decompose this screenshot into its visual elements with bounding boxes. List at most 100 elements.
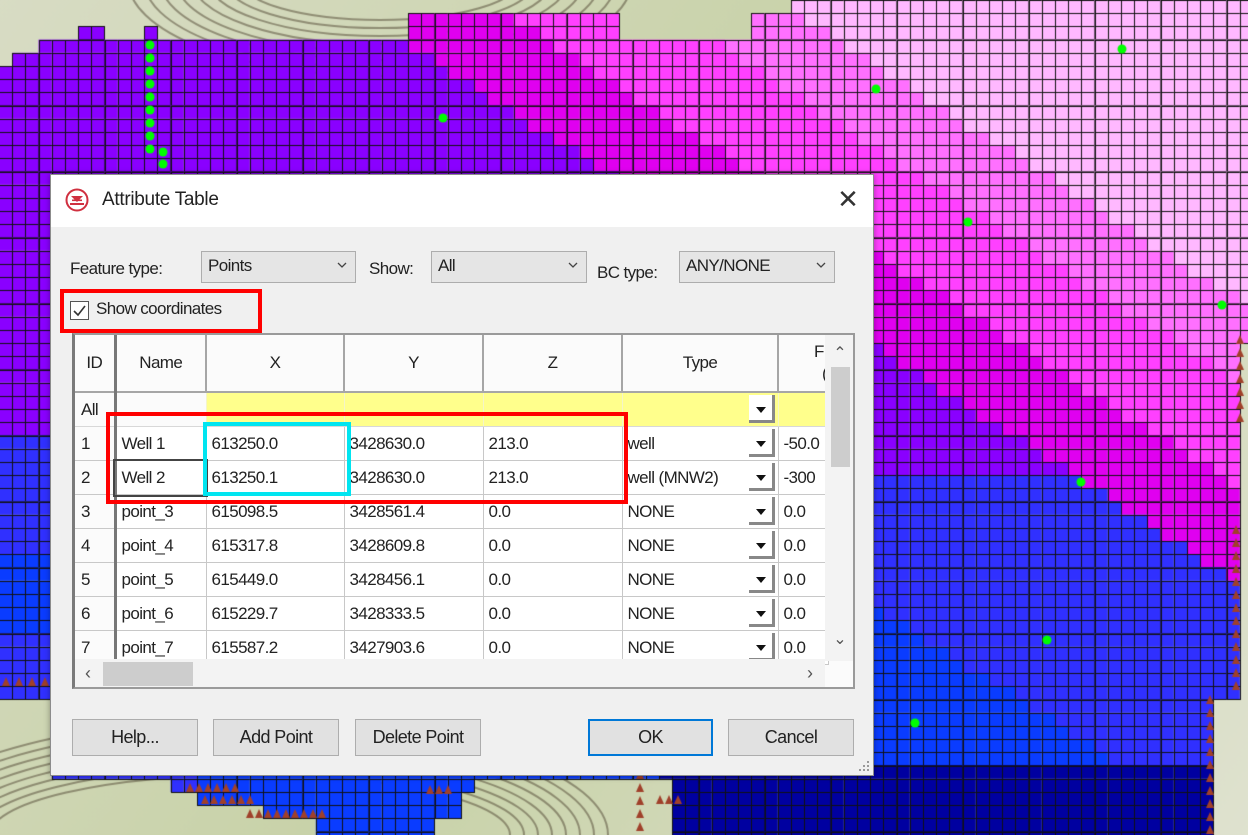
flow-cell[interactable]: -50.0 bbox=[778, 426, 829, 461]
dropdown-arrow-icon[interactable] bbox=[748, 599, 775, 627]
x-cell[interactable]: 615229.7 bbox=[206, 596, 345, 631]
row-id-cell: 1 bbox=[75, 426, 117, 461]
dropdown-arrow-icon[interactable] bbox=[748, 395, 775, 423]
flow-header-bottom: ( bbox=[779, 363, 826, 385]
scroll-down-icon[interactable]: ⌄ bbox=[831, 629, 849, 648]
flow-cell[interactable]: 0.0 bbox=[778, 562, 829, 597]
flow-header-top: Fl bbox=[814, 342, 827, 361]
help-button[interactable]: Help... bbox=[72, 719, 198, 756]
x-cell[interactable]: 615098.5 bbox=[206, 494, 345, 529]
type-value: NONE bbox=[627, 637, 675, 657]
table-row[interactable]: 5 point_5 615449.0 3428456.1 0.0 NONE 0.0 bbox=[75, 562, 829, 597]
table-row[interactable]: 3 point_3 615098.5 3428561.4 0.0 NONE 0.0 bbox=[75, 494, 829, 529]
filter-row-label: All bbox=[75, 392, 117, 427]
flow-cell[interactable]: 0.0 bbox=[778, 494, 829, 529]
filter-cell-x[interactable] bbox=[206, 392, 345, 427]
resize-grip-icon[interactable] bbox=[858, 760, 870, 772]
name-cell[interactable]: point_3 bbox=[115, 494, 207, 529]
filter-row: All bbox=[75, 392, 829, 427]
vertical-scroll-thumb[interactable] bbox=[831, 367, 850, 467]
name-cell[interactable]: point_4 bbox=[115, 528, 207, 563]
x-cell[interactable]: 615449.0 bbox=[206, 562, 345, 597]
dropdown-arrow-icon[interactable] bbox=[748, 429, 775, 457]
z-cell[interactable]: 0.0 bbox=[483, 562, 623, 597]
column-header-flow[interactable]: Fl ( bbox=[778, 335, 829, 393]
z-cell[interactable]: 0.0 bbox=[483, 596, 623, 631]
chevron-down-icon bbox=[337, 262, 347, 268]
dropdown-arrow-icon[interactable] bbox=[748, 531, 775, 559]
chevron-down-icon bbox=[568, 262, 578, 268]
type-cell[interactable]: well (MNW2) bbox=[622, 460, 779, 495]
type-value: NONE bbox=[627, 569, 675, 589]
dropdown-arrow-icon[interactable] bbox=[748, 497, 775, 525]
type-cell[interactable]: NONE bbox=[622, 528, 779, 563]
feature-type-select[interactable]: Points bbox=[201, 251, 356, 283]
attribute-grid: ID Name X Y Z Type Fl ( All bbox=[72, 333, 855, 689]
type-cell[interactable]: NONE bbox=[622, 562, 779, 597]
close-button[interactable]: ✕ bbox=[833, 185, 863, 215]
column-header-type[interactable]: Type bbox=[622, 335, 779, 393]
x-cell[interactable]: 613250.1 bbox=[206, 460, 345, 495]
flow-cell[interactable]: -300 bbox=[778, 460, 829, 495]
scroll-up-icon[interactable]: ⌃ bbox=[831, 343, 849, 362]
filter-cell-type[interactable] bbox=[622, 392, 779, 427]
type-cell[interactable]: NONE bbox=[622, 494, 779, 529]
column-header-x[interactable]: X bbox=[206, 335, 345, 393]
column-header-id[interactable]: ID bbox=[75, 335, 117, 393]
checkbox-box[interactable] bbox=[70, 301, 89, 320]
table-row[interactable]: 2 Well 2 613250.1 3428630.0 213.0 well (MNW2)… bbox=[75, 458, 829, 497]
dropdown-arrow-icon[interactable] bbox=[748, 565, 775, 593]
show-select[interactable]: All bbox=[431, 251, 587, 283]
name-cell[interactable]: point_6 bbox=[115, 596, 207, 631]
filter-cell-z[interactable] bbox=[483, 392, 623, 427]
filter-cell-y[interactable] bbox=[344, 392, 484, 427]
column-header-name[interactable]: Name bbox=[115, 335, 207, 393]
dialog-titlebar[interactable]: Attribute Table ✕ bbox=[51, 175, 873, 227]
column-header-y[interactable]: Y bbox=[344, 335, 484, 393]
column-header-z[interactable]: Z bbox=[483, 335, 623, 393]
z-cell[interactable]: 213.0 bbox=[483, 426, 623, 461]
horizontal-scroll-thumb[interactable] bbox=[103, 662, 193, 686]
y-cell[interactable]: 3428630.0 bbox=[344, 426, 484, 461]
x-cell[interactable]: 615317.8 bbox=[206, 528, 345, 563]
type-cell[interactable]: well bbox=[622, 426, 779, 461]
filter-cell-name[interactable] bbox=[115, 392, 207, 427]
type-cell[interactable]: NONE bbox=[622, 596, 779, 631]
z-cell[interactable]: 213.0 bbox=[483, 460, 623, 495]
filter-cell-flow[interactable] bbox=[778, 392, 829, 427]
cancel-button[interactable]: Cancel bbox=[728, 719, 854, 756]
table-row[interactable]: 4 point_4 615317.8 3428609.8 0.0 NONE 0.0 bbox=[75, 528, 829, 563]
feature-type-value: Points bbox=[208, 256, 252, 275]
name-cell[interactable]: Well 2 bbox=[113, 458, 208, 497]
row-id-cell: 3 bbox=[75, 494, 117, 529]
delete-point-button[interactable]: Delete Point bbox=[355, 719, 481, 756]
z-cell[interactable]: 0.0 bbox=[483, 494, 623, 529]
z-cell[interactable]: 0.0 bbox=[483, 528, 623, 563]
vertical-scrollbar[interactable]: ⌃ ⌄ bbox=[825, 335, 853, 661]
name-cell[interactable]: Well 1 bbox=[115, 426, 207, 461]
flow-cell[interactable]: 0.0 bbox=[778, 528, 829, 563]
ok-button[interactable]: OK bbox=[588, 719, 713, 756]
y-cell[interactable]: 3428561.4 bbox=[344, 494, 484, 529]
scroll-left-icon[interactable]: ‹ bbox=[79, 663, 97, 683]
dropdown-arrow-icon[interactable] bbox=[748, 463, 775, 491]
x-cell[interactable]: 613250.0 bbox=[206, 426, 345, 461]
app-logo-icon bbox=[65, 188, 89, 212]
table-row[interactable]: 1 Well 1 613250.0 3428630.0 213.0 well -50.0 bbox=[75, 426, 829, 461]
y-cell[interactable]: 3428456.1 bbox=[344, 562, 484, 597]
dropdown-arrow-icon[interactable] bbox=[748, 633, 775, 661]
bc-type-select[interactable]: ANY/NONE bbox=[679, 251, 835, 283]
scroll-right-icon[interactable]: › bbox=[801, 663, 819, 683]
dialog-title: Attribute Table bbox=[102, 189, 219, 210]
horizontal-scrollbar[interactable]: ‹ › bbox=[75, 659, 825, 687]
y-cell[interactable]: 3428609.8 bbox=[344, 528, 484, 563]
type-value: NONE bbox=[627, 603, 675, 623]
y-cell[interactable]: 3428333.5 bbox=[344, 596, 484, 631]
table-row[interactable]: 6 point_6 615229.7 3428333.5 0.0 NONE 0.0 bbox=[75, 596, 829, 631]
attribute-table: ID Name X Y Z Type Fl ( All bbox=[75, 335, 829, 665]
flow-cell[interactable]: 0.0 bbox=[778, 596, 829, 631]
y-cell[interactable]: 3428630.0 bbox=[344, 460, 484, 495]
name-cell[interactable]: point_5 bbox=[115, 562, 207, 597]
bc-type-value: ANY/NONE bbox=[686, 256, 771, 275]
add-point-button[interactable]: Add Point bbox=[213, 719, 339, 756]
